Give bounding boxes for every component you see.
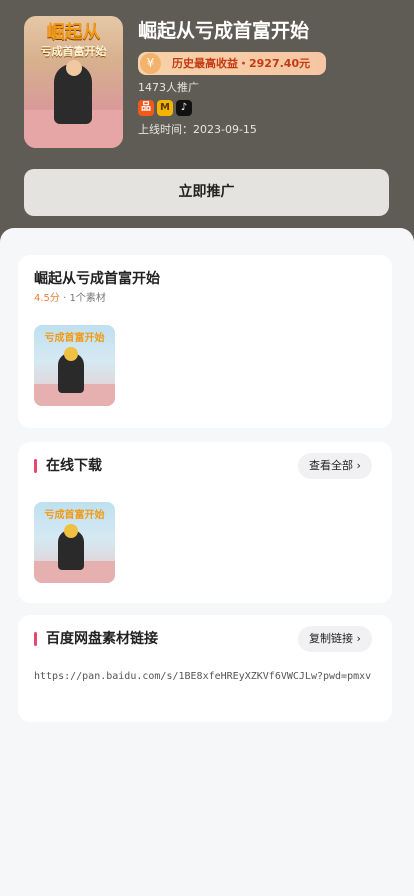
online-download-card: 在线下载 查看全部 › 亏成首富开始	[18, 442, 392, 603]
detail-title: 崛起从亏成首富开始	[34, 271, 160, 287]
max-earnings-text: 历史最高收益・2927.40元	[172, 57, 311, 70]
promote-now-button[interactable]: 立即推广	[24, 169, 389, 216]
drama-detail-card: 崛起从亏成首富开始 4.5分 · 1个素材 亏成首富开始	[18, 255, 392, 428]
online-date: 上线时间：2023-09-15	[138, 123, 257, 136]
section-accent-bar	[34, 632, 37, 646]
download-section-title: 在线下载	[46, 458, 102, 474]
detail-meta: 4.5分 · 1个素材	[34, 292, 106, 306]
coin-icon: ¥	[140, 53, 161, 74]
cover-title-art: 崛起从	[46, 22, 101, 43]
thumb-head	[64, 347, 78, 361]
platform-b-icon: M	[157, 100, 173, 116]
platform-a-icon: 品	[138, 100, 154, 116]
cover-subtitle-art: 亏成首富开始	[40, 45, 107, 58]
view-all-button[interactable]: 查看全部 ›	[298, 453, 372, 479]
drama-cover-image[interactable]: 崛起从 亏成首富开始	[24, 16, 123, 148]
cover-face	[66, 60, 82, 76]
drama-title: 崛起从亏成首富开始	[138, 20, 310, 42]
promoter-count: 1473人推广	[138, 81, 199, 94]
drama-header: 崛起从 亏成首富开始 崛起从亏成首富开始 ¥ 历史最高收益・2927.40元 1…	[0, 0, 414, 260]
rating-score: 4.5分	[34, 293, 60, 304]
thumb-head	[64, 524, 78, 538]
baidu-link-text[interactable]: https://pan.baidu.com/s/1BE8xfeHREyXZKVf…	[34, 667, 374, 687]
copy-link-button[interactable]: 复制链接 ›	[298, 626, 372, 652]
section-accent-bar	[34, 459, 37, 473]
baidu-section-title: 百度网盘素材链接	[46, 631, 158, 647]
tiktok-icon: ♪	[176, 100, 192, 116]
baidu-link-card: 百度网盘素材链接 复制链接 › https://pan.baidu.com/s/…	[18, 615, 392, 722]
download-thumbnail[interactable]: 亏成首富开始	[34, 502, 115, 583]
thumb-title-art: 亏成首富开始	[44, 333, 105, 344]
material-thumbnail[interactable]: 亏成首富开始	[34, 325, 115, 406]
material-count: 1个素材	[69, 293, 106, 304]
thumb-title-art: 亏成首富开始	[44, 510, 105, 521]
max-earnings-badge: ¥ 历史最高收益・2927.40元	[138, 52, 326, 75]
